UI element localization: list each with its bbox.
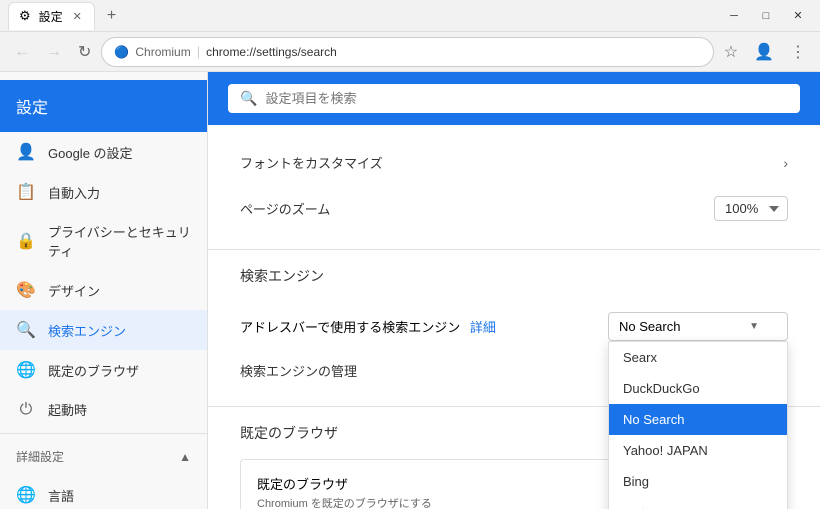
- tab-close-button[interactable]: ✕: [71, 8, 84, 25]
- google-icon: 👤: [16, 142, 36, 162]
- nav-extra-buttons: ☆ 👤 ⋮: [718, 38, 812, 66]
- content-area: 🔍 フォントをカスタマイズ › ページのズーム 75% 90% 100% 110…: [208, 72, 820, 509]
- tab-title: 設定: [39, 8, 63, 25]
- advanced-section-header[interactable]: 詳細設定 ▲: [0, 438, 207, 475]
- settings-search-input[interactable]: [265, 91, 788, 106]
- dropdown-option-duckduckgo1[interactable]: DuckDuckGo: [609, 373, 787, 404]
- sidebar-label-google: Google の設定: [48, 143, 133, 162]
- autofill-icon: 📋: [16, 182, 36, 202]
- design-icon: 🎨: [16, 280, 36, 300]
- account-button[interactable]: 👤: [748, 38, 780, 66]
- sidebar-item-startup[interactable]: ⏻ 起動時: [0, 390, 207, 429]
- font-customize-label: フォントをカスタマイズ: [240, 153, 383, 172]
- new-tab-button[interactable]: +: [101, 5, 122, 27]
- site-name: Chromium: [135, 45, 190, 59]
- address-url: chrome://settings/search: [206, 45, 337, 59]
- sidebar-divider: [0, 433, 207, 434]
- menu-button[interactable]: ⋮: [784, 38, 812, 66]
- sidebar-item-language[interactable]: 🌐 言語: [0, 475, 207, 509]
- window-controls: ─ □ ✕: [720, 5, 812, 27]
- tab-settings-icon: ⚙: [19, 8, 31, 24]
- address-bar-search-row: アドレスバーで使用する検索エンジン 詳細 No Search ▼ Searx D…: [240, 302, 788, 351]
- startup-icon: ⏻: [16, 401, 36, 419]
- sidebar-item-privacy[interactable]: 🔒 プライバシーとセキュリティ: [0, 212, 207, 270]
- close-button[interactable]: ✕: [784, 5, 812, 27]
- search-engine-icon: 🔍: [16, 320, 36, 340]
- manage-search-engines-label: 検索エンジンの管理: [240, 361, 357, 380]
- dropdown-option-baidu[interactable]: 百度: [609, 497, 787, 509]
- sidebar-item-autofill[interactable]: 📋 自動入力: [0, 172, 207, 212]
- zoom-label: ページのズーム: [240, 199, 330, 218]
- font-customize-item[interactable]: フォントをカスタマイズ ›: [240, 141, 788, 184]
- search-engine-section: 検索エンジン アドレスバーで使用する検索エンジン 詳細 No Search ▼ …: [208, 250, 820, 406]
- font-chevron-icon: ›: [783, 155, 788, 171]
- titlebar-left: ⚙ 設定 ✕ +: [8, 2, 122, 30]
- dropdown-selected-value: No Search: [619, 319, 680, 334]
- dropdown-menu: Searx DuckDuckGo No Search Yahoo! JAPAN …: [608, 341, 788, 509]
- dropdown-arrow-icon: ▼: [749, 321, 759, 332]
- search-engine-dropdown[interactable]: No Search ▼: [608, 312, 788, 341]
- sidebar-item-search[interactable]: 🔍 検索エンジン: [0, 310, 207, 350]
- reload-button[interactable]: ↻: [72, 38, 97, 66]
- zoom-select[interactable]: 75% 90% 100% 110% 125% 150% 175% 200%: [714, 196, 788, 221]
- address-bar[interactable]: 🔵 Chromium | chrome://settings/search: [101, 37, 713, 67]
- navbar: ← → ↻ 🔵 Chromium | chrome://settings/sea…: [0, 32, 820, 72]
- search-engine-title: 検索エンジン: [240, 266, 788, 286]
- settings-search-bar: 🔍: [208, 72, 820, 125]
- default-browser-subtitle: Chromium を既定のブラウザにする: [257, 495, 432, 509]
- advanced-label: 詳細設定: [16, 448, 64, 465]
- language-icon: 🌐: [16, 485, 36, 505]
- advanced-chevron-icon: ▲: [179, 450, 191, 464]
- sidebar-item-google[interactable]: 👤 Google の設定: [0, 132, 207, 172]
- font-section: フォントをカスタマイズ › ページのズーム 75% 90% 100% 110% …: [208, 125, 820, 250]
- forward-button[interactable]: →: [40, 39, 68, 65]
- sidebar-item-browser[interactable]: 🌐 既定のブラウザ: [0, 350, 207, 390]
- address-bar-search-label: アドレスバーで使用する検索エンジン: [240, 320, 460, 335]
- sidebar-label-search: 検索エンジン: [48, 321, 126, 340]
- settings-search-inner[interactable]: 🔍: [228, 84, 800, 113]
- privacy-icon: 🔒: [16, 231, 36, 251]
- sidebar-label-design: デザイン: [48, 281, 100, 300]
- browser-icon: 🌐: [16, 360, 36, 380]
- sidebar-label-browser: 既定のブラウザ: [48, 361, 139, 380]
- sidebar-label-autofill: 自動入力: [48, 183, 100, 202]
- dropdown-option-bing[interactable]: Bing: [609, 466, 787, 497]
- active-tab[interactable]: ⚙ 設定 ✕: [8, 2, 95, 30]
- sidebar-label-startup: 起動時: [48, 400, 87, 419]
- back-button[interactable]: ←: [8, 39, 36, 65]
- zoom-item: ページのズーム 75% 90% 100% 110% 125% 150% 175%…: [240, 184, 788, 233]
- sidebar-label-privacy: プライバシーとセキュリティ: [48, 222, 191, 260]
- site-security-icon: 🔵: [114, 45, 129, 59]
- search-engine-dropdown-container: No Search ▼ Searx DuckDuckGo No Search Y…: [608, 312, 788, 341]
- default-browser-label: 既定のブラウザ: [257, 474, 432, 493]
- detail-link[interactable]: 詳細: [470, 320, 496, 335]
- address-bar-search-label-group: アドレスバーで使用する検索エンジン 詳細: [240, 317, 496, 336]
- sidebar-header: 設定: [0, 80, 207, 132]
- dropdown-option-nosearch[interactable]: No Search: [609, 404, 787, 435]
- main-container: 設定 👤 Google の設定 📋 自動入力 🔒 プライバシーとセキュリティ 🎨…: [0, 72, 820, 509]
- bookmark-button[interactable]: ☆: [718, 38, 744, 66]
- dropdown-option-searx[interactable]: Searx: [609, 342, 787, 373]
- zoom-control: 75% 90% 100% 110% 125% 150% 175% 200%: [714, 196, 788, 221]
- maximize-button[interactable]: □: [752, 5, 780, 27]
- minimize-button[interactable]: ─: [720, 5, 748, 27]
- settings-search-icon: 🔍: [240, 90, 257, 107]
- address-separator: |: [197, 44, 200, 59]
- sidebar-label-language: 言語: [48, 486, 74, 505]
- default-browser-info: 既定のブラウザ Chromium を既定のブラウザにする: [257, 474, 432, 509]
- sidebar-item-design[interactable]: 🎨 デザイン: [0, 270, 207, 310]
- titlebar: ⚙ 設定 ✕ + ─ □ ✕: [0, 0, 820, 32]
- sidebar: 設定 👤 Google の設定 📋 自動入力 🔒 プライバシーとセキュリティ 🎨…: [0, 72, 208, 509]
- dropdown-option-yahoo[interactable]: Yahoo! JAPAN: [609, 435, 787, 466]
